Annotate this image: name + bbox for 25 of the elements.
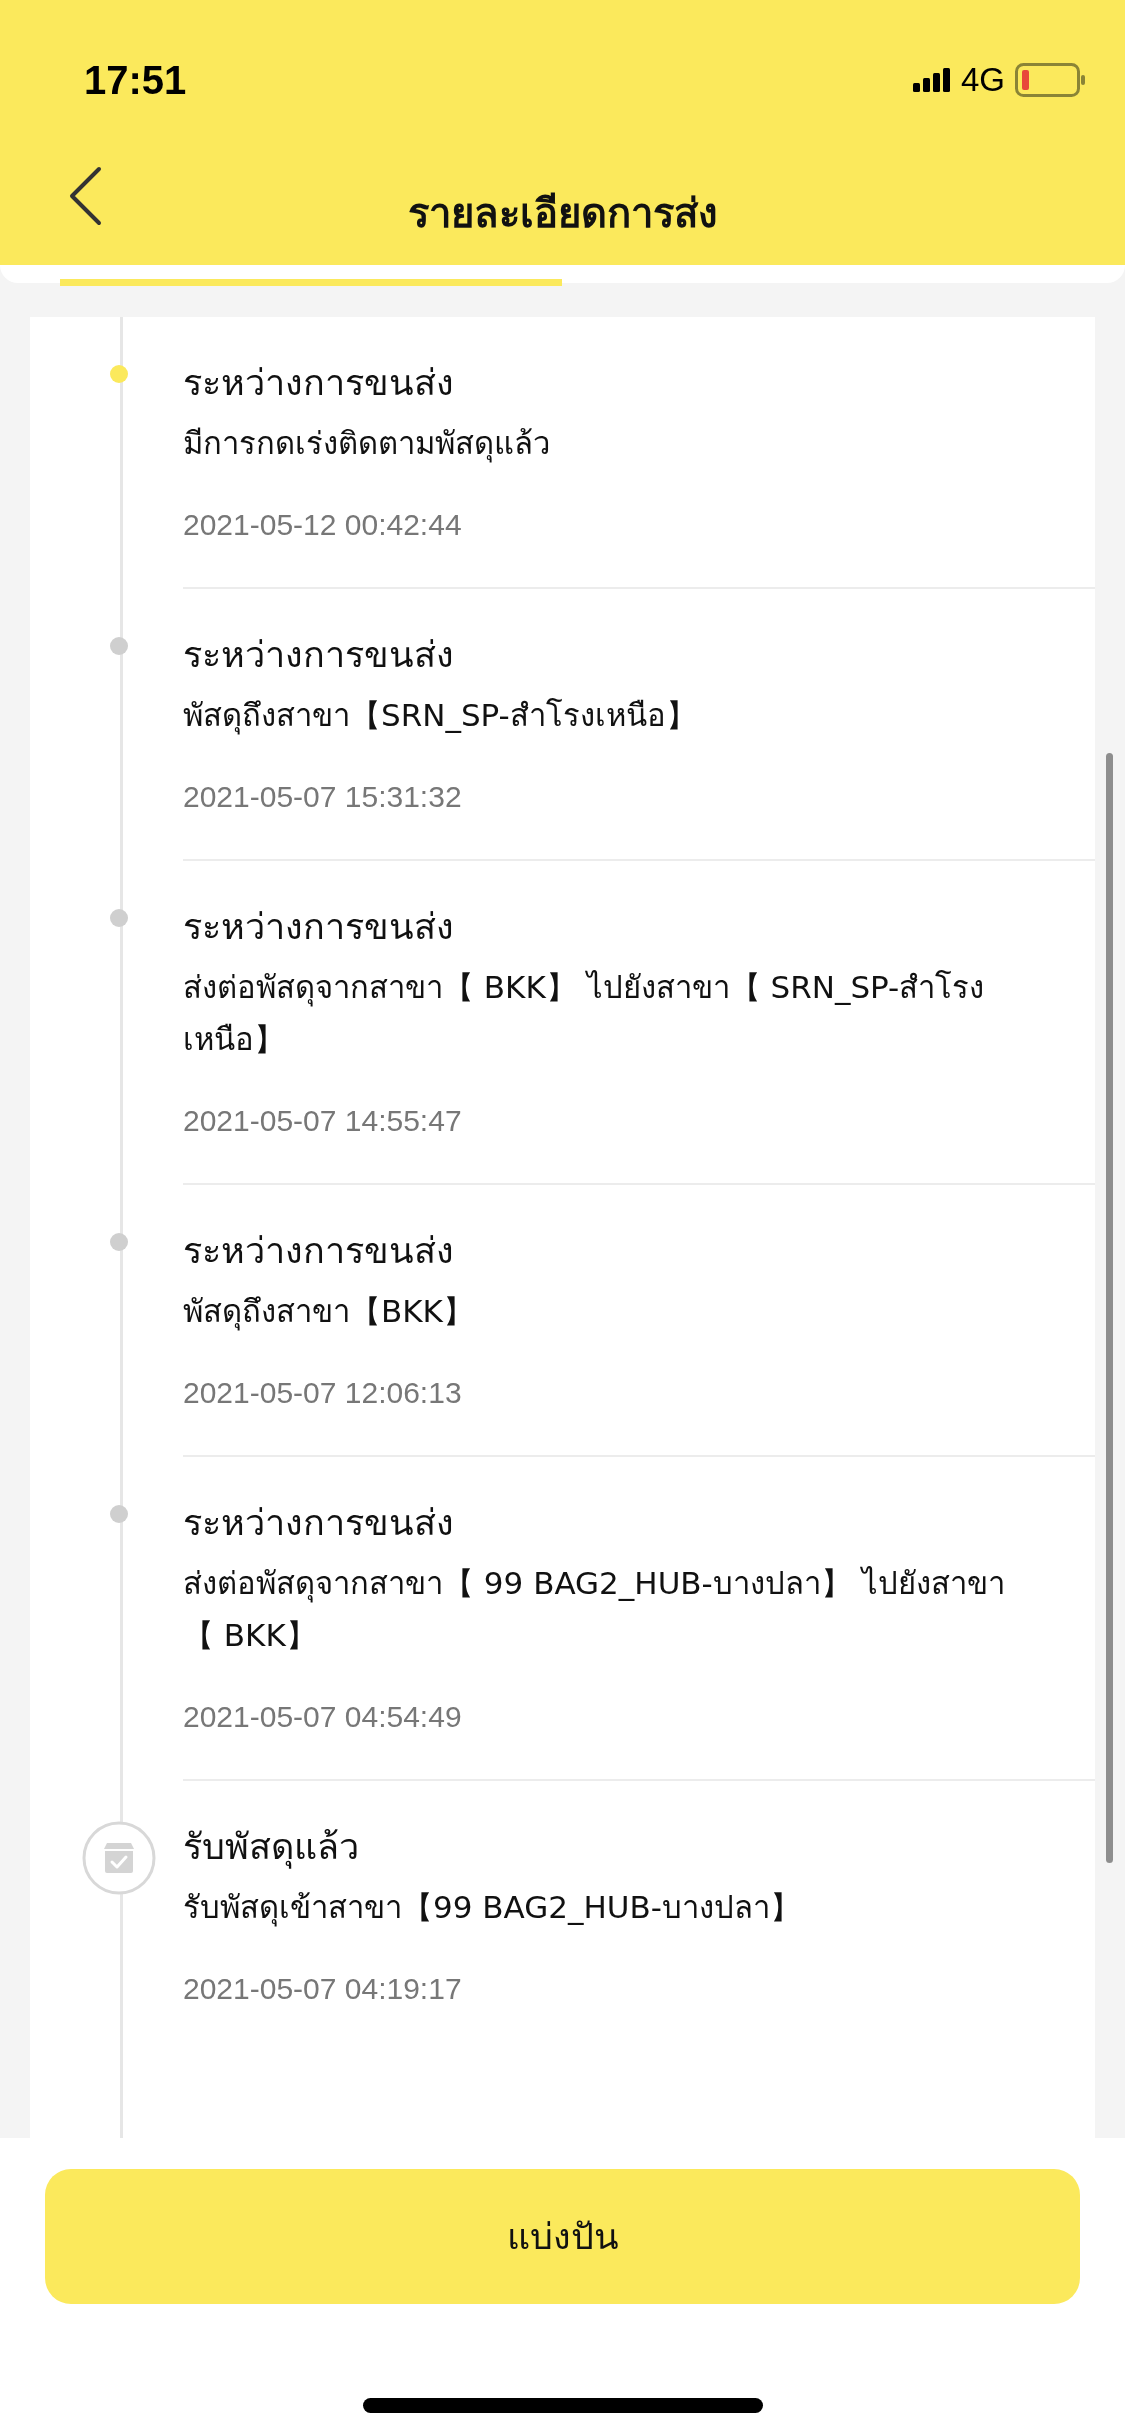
event-title: รับพัสดุแล้ว [183, 1825, 360, 1871]
network-label: 4G [960, 61, 1005, 99]
event-description: ส่งต่อพัสดุจากสาขา【 BKK】 ไปยังสาขา【 SRN_SP-สำโรงเหนือ】 [183, 968, 986, 1059]
event-title: ระหว่างการขนส่ง [183, 1501, 455, 1545]
event-description: พัสดุถึงสาขา【SRN_SP-สำโรงเหนือ】 [183, 696, 698, 737]
event-time: 2021-05-07 12:06:13 [183, 1375, 463, 1411]
page-title: รายละเอียดการส่ง [407, 188, 718, 238]
event-title: ระหว่างการขนส่ง [183, 1229, 455, 1273]
back-icon[interactable] [68, 166, 102, 226]
event-title: ระหว่างการขนส่ง [183, 905, 455, 949]
battery-icon [1015, 63, 1085, 97]
event-description: รับพัสดุเข้าสาขา【99 BAG2_HUB-บางปลา】 [183, 1888, 802, 1929]
share-button[interactable]: แบ่งปัน [45, 2169, 1080, 2304]
event-time: 2021-05-07 14:55:47 [183, 1103, 463, 1139]
event-time: 2021-05-12 00:42:44 [183, 507, 463, 543]
event-description: พัสดุถึงสาขา【BKK】 [183, 1292, 475, 1333]
event-description: มีการกดเร่งติดตามพัสดุแล้ว [183, 424, 551, 465]
status-time: 17:51 [84, 57, 187, 103]
event-time: 2021-05-07 15:31:32 [183, 779, 463, 815]
event-title: ระหว่างการขนส่ง [183, 633, 455, 677]
event-description: ส่งต่อพัสดุจากสาขา【 99 BAG2_HUB-บางปลา】 ไปยังสาขา【 BKK】 [183, 1564, 1005, 1655]
event-title: ระหว่างการขนส่ง [183, 361, 455, 405]
event-time: 2021-05-07 04:54:49 [183, 1699, 463, 1735]
signal-icon [912, 68, 951, 92]
event-time: 2021-05-07 04:19:17 [183, 1971, 463, 2007]
